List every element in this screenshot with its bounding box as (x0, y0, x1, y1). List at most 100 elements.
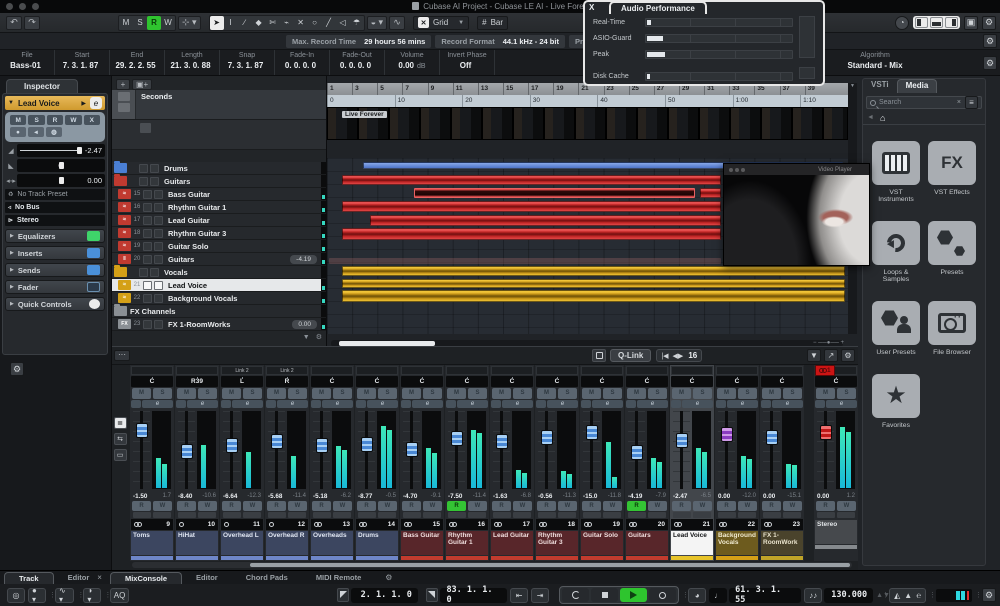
track-row[interactable]: 21 Lead Voice (112, 279, 326, 292)
write-button[interactable]: W (65, 115, 81, 125)
mute-button[interactable] (143, 229, 152, 238)
channel-strip[interactable]: C M S e (130, 365, 174, 561)
close-icon[interactable]: × (97, 573, 102, 582)
track-row[interactable]: 22 Background Vocals (112, 292, 326, 305)
channel-name[interactable]: Rhythm Guitar 3 (536, 531, 578, 555)
monitor-button[interactable] (628, 512, 646, 518)
count-in-icon[interactable]: ▲ (904, 591, 912, 600)
write-button[interactable]: W (153, 501, 172, 511)
play-button[interactable] (620, 588, 647, 602)
fader-value[interactable]: -4.19 (628, 493, 642, 500)
right-locator-display[interactable]: 83. 1. 1. 0 (440, 588, 507, 603)
undo-button[interactable]: ↶ (6, 16, 22, 30)
read-button[interactable]: R (222, 501, 241, 511)
fader-track[interactable] (673, 411, 690, 489)
monitor-button[interactable] (673, 512, 691, 518)
solo-button[interactable] (154, 216, 163, 225)
read-button[interactable]: R (762, 501, 781, 511)
fader-value[interactable]: -1.63 (493, 493, 507, 500)
solo-button[interactable]: S (783, 388, 802, 399)
mute-button[interactable] (143, 242, 152, 251)
fader-track[interactable] (268, 411, 285, 489)
track-row[interactable]: 17 Lead Guitar (112, 214, 326, 227)
time-ruler[interactable]: 010203040501:001:10 (327, 95, 848, 107)
section-fader[interactable]: ▶Fader (5, 280, 105, 294)
pan-control[interactable]: C (815, 376, 857, 387)
channel-strip[interactable]: Link 2 R M S e (265, 365, 309, 561)
tile-presets[interactable]: Presets (927, 221, 977, 283)
read-button[interactable]: R (582, 501, 601, 511)
channel-strip[interactable]: C M S e (715, 365, 759, 561)
mute-button[interactable]: M (672, 388, 691, 399)
fader-track[interactable] (403, 411, 420, 489)
right-locator-icon[interactable] (426, 588, 439, 602)
fader-track[interactable] (763, 411, 780, 489)
write-button[interactable]: W (648, 501, 667, 511)
fader-handle[interactable] (406, 442, 418, 457)
record-button[interactable] (649, 588, 676, 602)
track-row[interactable]: 15 Bass Guitar (112, 188, 326, 201)
pre-roll-button[interactable]: ◕ (688, 588, 706, 603)
q-link-button[interactable]: Q-Link (610, 349, 651, 362)
record-enable-button[interactable] (693, 512, 711, 518)
channel-strip[interactable]: C M S e (670, 365, 714, 561)
monitor-button[interactable] (313, 512, 331, 518)
solo-button[interactable] (150, 164, 159, 173)
info-field[interactable]: Length 21. 3. 0. 88 (165, 50, 220, 75)
track-row[interactable]: 23 FX 1-RoomWorks 0.00 (112, 318, 326, 331)
group-track-region[interactable] (329, 258, 721, 264)
volume-slider[interactable]: -2.47 (17, 144, 105, 157)
channel-name[interactable]: Background Vocals (716, 531, 758, 555)
position-display[interactable]: 61. 3. 1. 55 (729, 588, 801, 603)
fader-track[interactable] (358, 411, 375, 489)
mute-button[interactable]: M (132, 388, 151, 399)
record-enable-button[interactable] (423, 512, 441, 518)
to-left-locator-button[interactable]: ⇤ (510, 588, 528, 603)
solo-button[interactable]: S (378, 388, 397, 399)
tile-file-browser[interactable]: File Browser (927, 301, 977, 356)
audio-clip-guitar-solo[interactable] (342, 228, 721, 240)
record-mode-button[interactable]: ● ▾ (28, 588, 46, 603)
input-gain-knob[interactable]: ◍ (46, 127, 62, 137)
listen-button[interactable] (176, 400, 186, 408)
write-button[interactable]: W (693, 501, 712, 511)
ruler-track[interactable]: Seconds (112, 90, 326, 120)
status-row-gear[interactable]: ⚙ (983, 34, 997, 48)
channel-strip[interactable]: C M S e (355, 365, 399, 561)
listen-button[interactable] (581, 400, 591, 408)
channel-name[interactable]: Rhythm Guitar 1 (446, 531, 488, 555)
fader-track[interactable] (133, 411, 150, 489)
solo-button[interactable]: S (738, 388, 757, 399)
channel-config-row[interactable]: ⊳Stereo (5, 215, 105, 226)
fader-handle[interactable] (316, 438, 328, 453)
fader-track[interactable] (628, 411, 645, 489)
mute-button[interactable]: M (717, 388, 736, 399)
channel-strip[interactable]: C M S e (400, 365, 444, 561)
fader-value[interactable]: 0.00 (817, 493, 829, 500)
channel-name[interactable]: Lead Guitar (491, 531, 533, 555)
clear-search-icon[interactable]: × (957, 99, 961, 106)
write-button[interactable]: W (558, 501, 577, 511)
mute-button[interactable] (143, 320, 152, 329)
solo-button[interactable]: S (468, 388, 487, 399)
read-button[interactable]: R (357, 501, 376, 511)
solo-button[interactable]: S (648, 388, 667, 399)
section-equalizers[interactable]: ▶Equalizers (5, 229, 105, 243)
fader-track[interactable] (178, 411, 195, 489)
solo-button[interactable]: S (603, 388, 622, 399)
track-row[interactable]: Vocals (112, 266, 326, 279)
mute-button[interactable]: M (177, 388, 196, 399)
channel-bank-control[interactable]: |◀ ◀▶ 16 (656, 349, 702, 362)
listen-button[interactable] (356, 400, 366, 408)
record-enable-button[interactable] (243, 512, 261, 518)
track-row[interactable]: 20 Guitars -4.19 (112, 253, 326, 266)
punch-mode-button[interactable]: ◎ (7, 588, 25, 603)
edit-channel-button[interactable]: e (90, 97, 102, 109)
channel-strip[interactable]: C M S e (490, 365, 534, 561)
video-player-window[interactable]: Video Player (723, 163, 870, 266)
read-button[interactable]: R (717, 501, 736, 511)
pan-control[interactable]: L (221, 376, 263, 387)
audio-record-mode-button[interactable]: ∿ ▾ (55, 588, 74, 603)
line-tool[interactable]: ╱ (322, 16, 336, 30)
edit-channel-button[interactable]: e (727, 400, 758, 408)
